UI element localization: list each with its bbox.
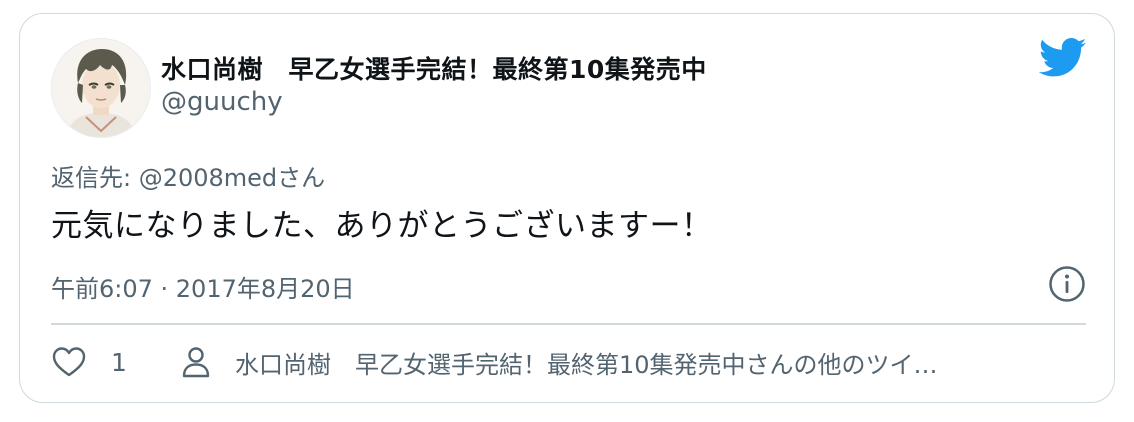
twitter-bird-icon[interactable] bbox=[1039, 38, 1087, 78]
heart-icon bbox=[52, 347, 86, 377]
author-handle[interactable]: @guuchy bbox=[161, 87, 283, 117]
person-icon bbox=[182, 347, 210, 378]
avatar-portrait bbox=[52, 39, 150, 137]
tweet-text: 元気になりました、ありがとうございますー！ bbox=[51, 208, 713, 244]
more-tweets-label: 水口尚樹 早乙女選手完結！最終第10集発売中さんの他のツイ… bbox=[235, 350, 938, 379]
info-icon[interactable] bbox=[1048, 265, 1086, 303]
like-button[interactable]: 1 bbox=[51, 340, 127, 384]
tweet-timestamp[interactable]: 午前6:07 · 2017年8月20日 bbox=[51, 269, 355, 304]
tweet-footer: 1 水口尚樹 早乙女選手完結！最終第10集発売中さんの他のツイ… bbox=[51, 340, 1086, 384]
like-count: 1 bbox=[111, 347, 127, 377]
author-display-name[interactable]: 水口尚樹 早乙女選手完結！最終第10集発売中 bbox=[161, 50, 707, 86]
tweet-card[interactable]: 水口尚樹 早乙女選手完結！最終第10集発売中 @guuchy 返信先: @200… bbox=[19, 13, 1115, 403]
avatar[interactable] bbox=[51, 38, 151, 138]
reply-to-label[interactable]: 返信先: @2008medさん bbox=[51, 158, 325, 193]
divider bbox=[51, 323, 1086, 325]
more-tweets-link[interactable]: 水口尚樹 早乙女選手完結！最終第10集発売中さんの他のツイ… bbox=[179, 340, 938, 384]
